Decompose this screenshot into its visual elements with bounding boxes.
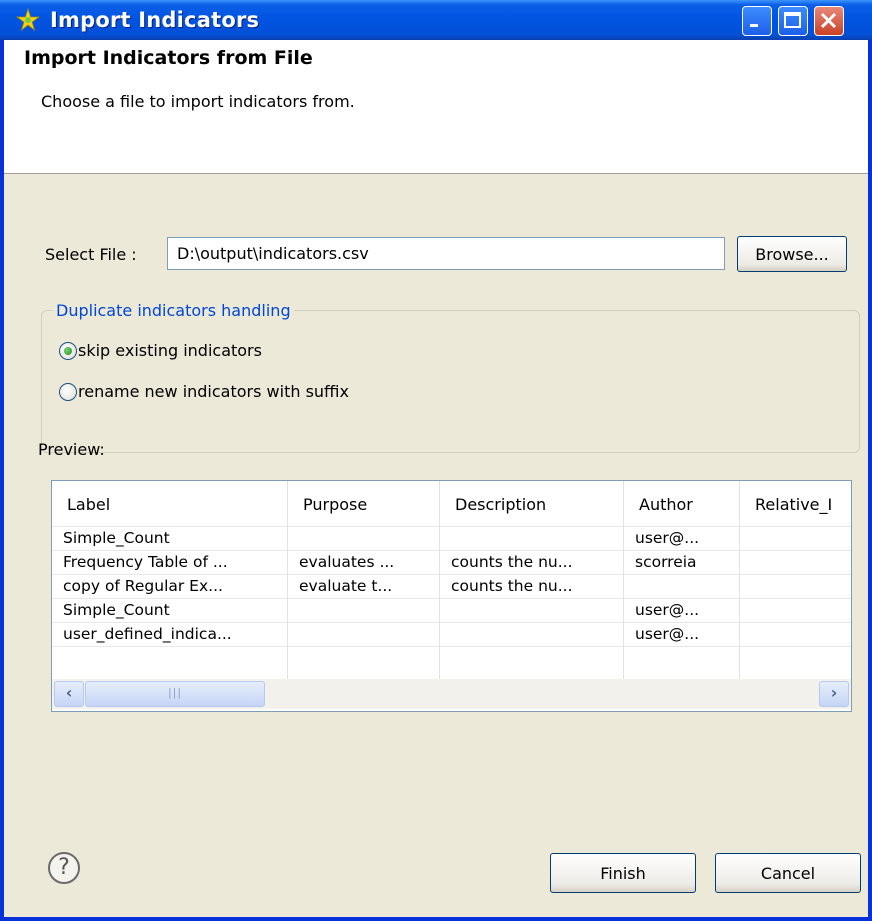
column-header-author[interactable]: Author xyxy=(624,481,740,526)
cell-purpose: evaluate t... xyxy=(288,575,440,599)
table-row[interactable]: Simple_Count user@... xyxy=(52,526,851,551)
horizontal-scrollbar[interactable]: ‹ ||| › xyxy=(52,679,851,709)
select-file-label: Select File : xyxy=(45,245,137,264)
close-button[interactable] xyxy=(814,6,844,36)
cancel-button[interactable]: Cancel xyxy=(715,853,861,893)
grip-icon: ||| xyxy=(167,686,183,699)
table-row[interactable]: Frequency Table of ... evaluates ... cou… xyxy=(52,550,851,575)
cell-empty xyxy=(288,647,440,680)
cell-label: user_defined_indica... xyxy=(52,623,288,647)
cell-description xyxy=(440,527,624,551)
help-icon[interactable]: ? xyxy=(48,852,80,884)
preview-table: Label Purpose Description Author Relativ… xyxy=(51,480,852,712)
table-row-empty xyxy=(52,646,851,680)
banner-title: Import Indicators from File xyxy=(24,47,313,69)
title-bar[interactable]: Import Indicators xyxy=(0,0,872,40)
table-row[interactable]: copy of Regular Ex... evaluate t... coun… xyxy=(52,574,851,599)
minimize-icon xyxy=(750,24,758,27)
cell-label: Simple_Count xyxy=(52,599,288,623)
cell-author: user@... xyxy=(624,527,740,551)
scroll-right-button[interactable]: › xyxy=(819,681,849,707)
cell-purpose xyxy=(288,623,440,647)
minimize-button[interactable] xyxy=(742,6,772,36)
cell-empty xyxy=(52,647,288,680)
cell-label: Simple_Count xyxy=(52,527,288,551)
maximize-icon xyxy=(784,12,801,28)
scrollbar-thumb[interactable]: ||| xyxy=(85,681,265,707)
table-row[interactable]: user_defined_indica... user@... xyxy=(52,622,851,647)
cell-label: copy of Regular Ex... xyxy=(52,575,288,599)
column-header-purpose[interactable]: Purpose xyxy=(288,481,440,526)
cell-description xyxy=(440,599,624,623)
cell-description xyxy=(440,623,624,647)
column-header-relative[interactable]: Relative_I xyxy=(740,481,851,526)
skip-existing-label[interactable]: skip existing indicators xyxy=(78,341,262,360)
cell-relative xyxy=(740,623,851,647)
cell-label: Frequency Table of ... xyxy=(52,551,288,575)
cell-purpose: evaluates ... xyxy=(288,551,440,575)
window-title: Import Indicators xyxy=(50,8,260,32)
preview-label: Preview: xyxy=(38,440,105,459)
cell-relative xyxy=(740,575,851,599)
cell-author: user@... xyxy=(624,623,740,647)
rename-suffix-label[interactable]: rename new indicators with suffix xyxy=(78,382,349,401)
radio-selected-dot xyxy=(64,347,72,355)
cell-relative xyxy=(740,599,851,623)
rename-suffix-radio[interactable] xyxy=(59,383,77,401)
cell-author xyxy=(624,575,740,599)
cell-empty xyxy=(440,647,624,680)
close-icon xyxy=(820,12,837,29)
scroll-left-button[interactable]: ‹ xyxy=(54,681,84,707)
cell-description: counts the nu... xyxy=(440,575,624,599)
cell-empty xyxy=(624,647,740,680)
browse-button[interactable]: Browse... xyxy=(737,236,847,272)
star-sparkle-icon xyxy=(16,8,40,32)
finish-button[interactable]: Finish xyxy=(550,853,696,893)
chevron-left-icon: ‹ xyxy=(65,683,73,702)
column-header-label[interactable]: Label xyxy=(52,481,288,526)
cell-relative xyxy=(740,527,851,551)
banner-description: Choose a file to import indicators from. xyxy=(41,92,355,111)
cell-purpose xyxy=(288,599,440,623)
skip-existing-radio[interactable] xyxy=(59,342,77,360)
cell-relative xyxy=(740,551,851,575)
column-header-description[interactable]: Description xyxy=(440,481,624,526)
cell-author: user@... xyxy=(624,599,740,623)
cell-description: counts the nu... xyxy=(440,551,624,575)
table-row[interactable]: Simple_Count user@... xyxy=(52,598,851,623)
maximize-button[interactable] xyxy=(778,6,808,36)
duplicate-handling-title: Duplicate indicators handling xyxy=(53,301,294,320)
chevron-right-icon: › xyxy=(830,683,838,702)
cell-purpose xyxy=(288,527,440,551)
cell-author: scorreia xyxy=(624,551,740,575)
import-indicators-dialog: Import Indicators Import Indicators from… xyxy=(0,0,872,921)
table-header: Label Purpose Description Author Relativ… xyxy=(52,481,851,526)
file-path-input[interactable] xyxy=(167,237,725,270)
